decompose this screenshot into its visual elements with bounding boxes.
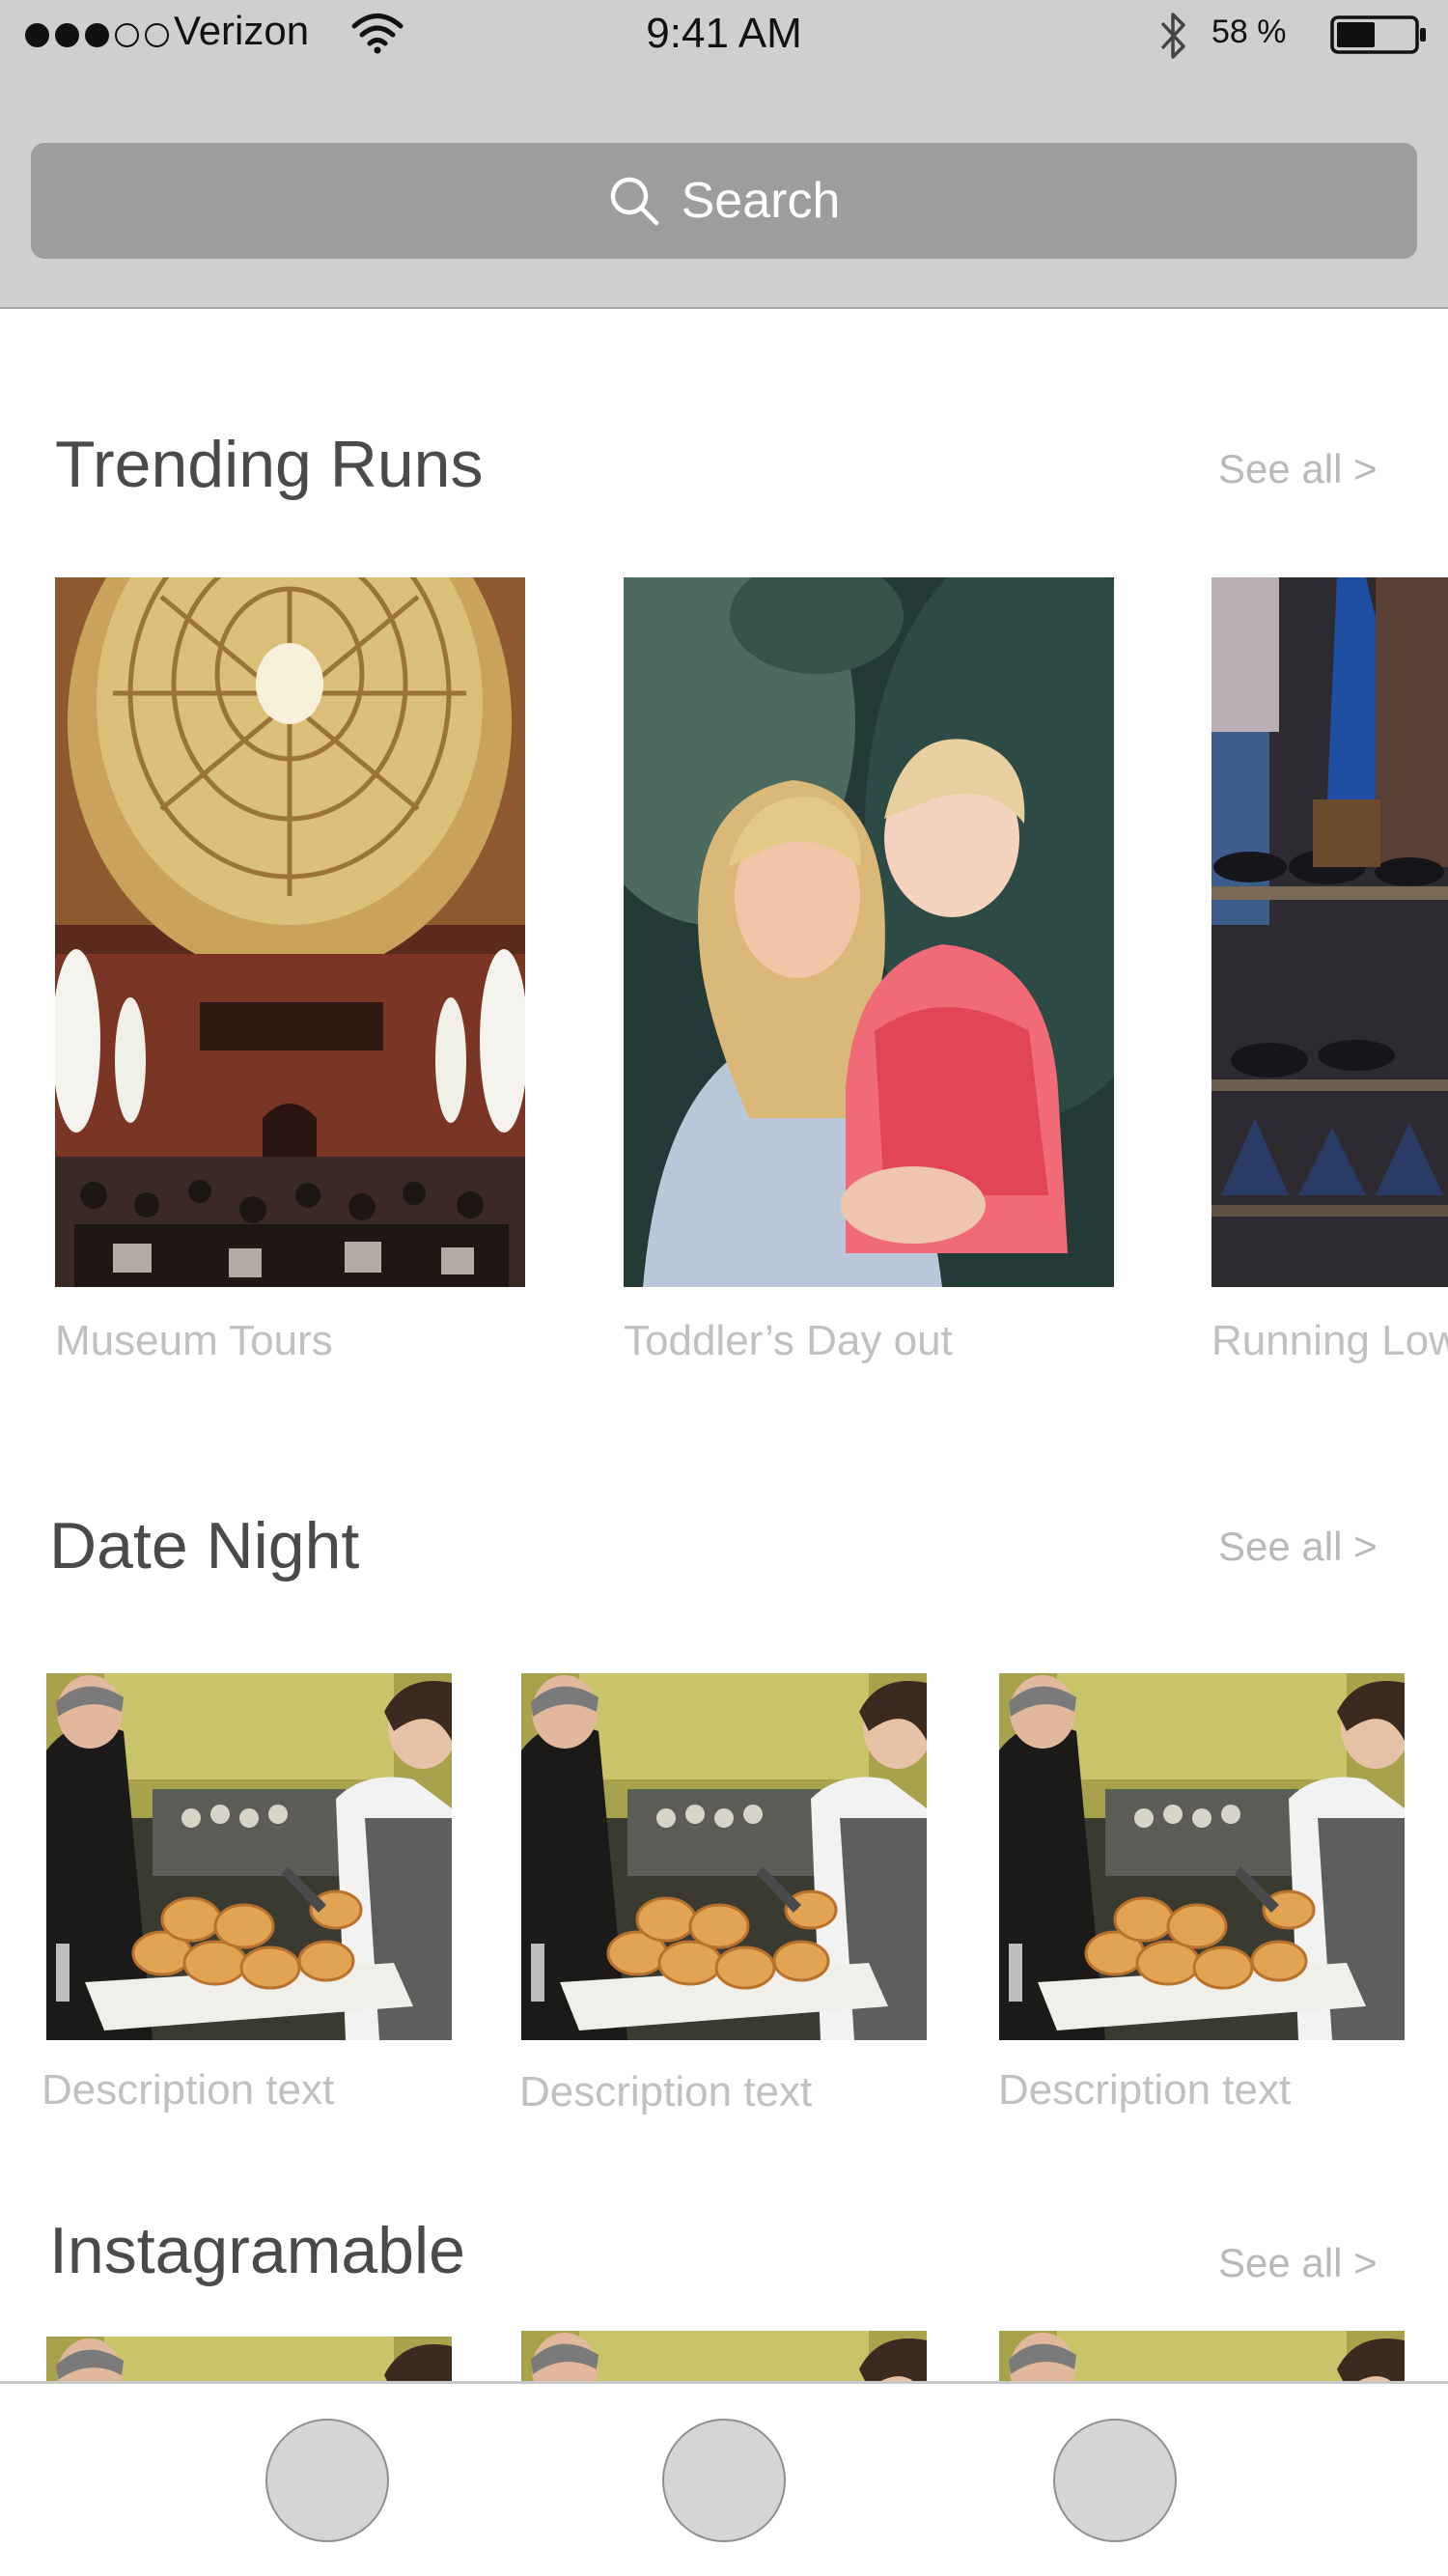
date-night-image-2[interactable]: [521, 1673, 927, 2040]
section-title-instagramable: Instagramable: [49, 2214, 465, 2287]
see-all-instagramable[interactable]: See all >: [1218, 2240, 1378, 2286]
section-title-trending-runs: Trending Runs: [55, 428, 484, 501]
instagramable-image-1[interactable]: [46, 2337, 452, 2381]
date-night-caption-1: Description text: [42, 2066, 335, 2114]
museum-tours-image[interactable]: [55, 577, 525, 1287]
date-night-image-1[interactable]: [46, 1673, 452, 2040]
battery-icon: [1330, 15, 1426, 54]
battery-percent: 58 %: [1211, 14, 1287, 50]
date-night-caption-2: Description text: [519, 2068, 813, 2115]
search-bar[interactable]: Search: [31, 143, 1417, 259]
see-all-trending-runs[interactable]: See all >: [1218, 446, 1378, 492]
bottom-tab-bar: [0, 2381, 1448, 2576]
caption-running-low: Running Low: [1211, 1317, 1448, 1364]
search-placeholder: Search: [681, 173, 841, 229]
instagramable-image-2[interactable]: [521, 2331, 927, 2381]
top-header: Verizon 9:41 AM 58 % Search: [0, 0, 1448, 309]
tab-button-3[interactable]: [1053, 2419, 1177, 2542]
see-all-date-night[interactable]: See all >: [1218, 1524, 1378, 1570]
section-title-date-night: Date Night: [49, 1509, 360, 1582]
caption-museum-tours: Museum Tours: [55, 1317, 333, 1364]
tab-button-1[interactable]: [265, 2419, 389, 2542]
toddlers-day-out-image[interactable]: [624, 577, 1114, 1287]
running-low-image[interactable]: [1211, 577, 1448, 1287]
search-icon: [610, 177, 658, 226]
instagramable-image-3[interactable]: [999, 2331, 1405, 2381]
tab-button-2[interactable]: [662, 2419, 786, 2542]
bluetooth-icon: [1160, 13, 1185, 59]
caption-toddlers-day-out: Toddler’s Day out: [624, 1317, 953, 1364]
date-night-image-3[interactable]: [999, 1673, 1405, 2040]
date-night-caption-3: Description text: [998, 2066, 1292, 2114]
